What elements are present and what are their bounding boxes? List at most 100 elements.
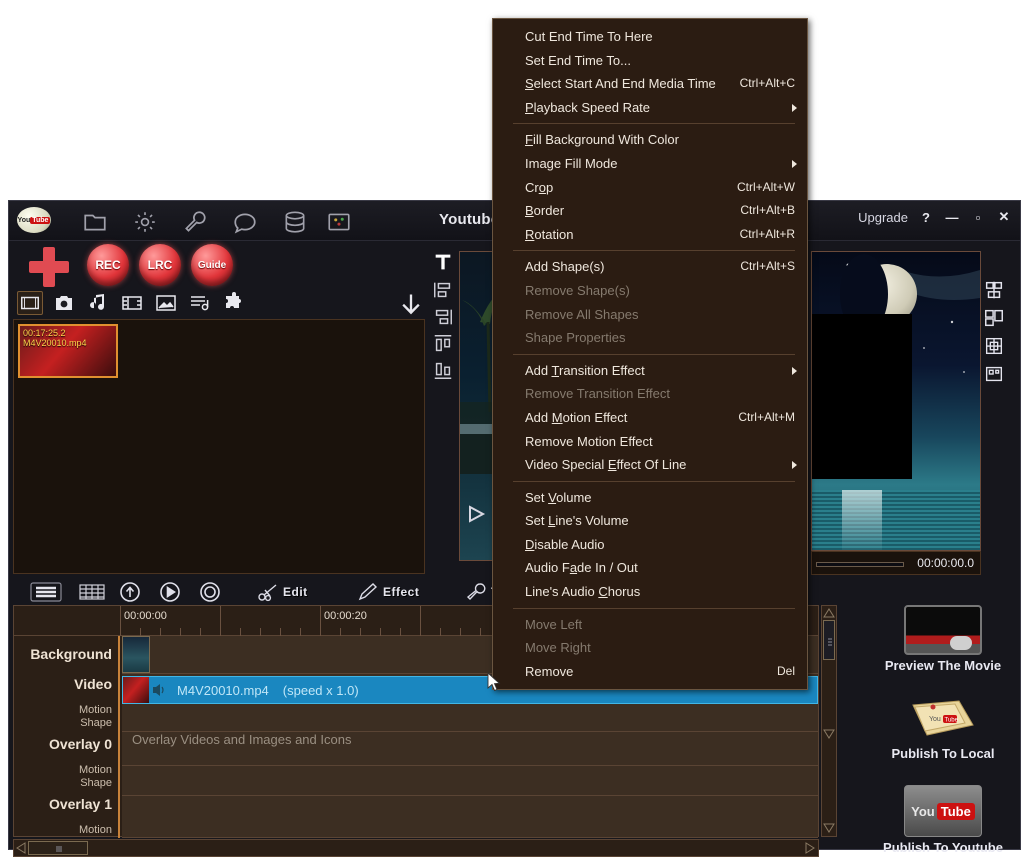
effect-button[interactable]: Effect [357, 582, 419, 602]
mouse-cursor [487, 672, 501, 692]
image-tab[interactable] [153, 291, 179, 315]
menu-item-add-transition-effect[interactable]: Add Transition Effect [493, 359, 807, 383]
overlap-grid-icon[interactable] [983, 335, 1005, 357]
close-button[interactable]: ✕ [996, 209, 1012, 225]
play-icon[interactable] [463, 503, 489, 525]
background-clip[interactable] [122, 636, 150, 673]
menu-item-set-end-time-to[interactable]: Set End Time To... [493, 49, 807, 73]
menu-item-cut-end-time-to-here[interactable]: Cut End Time To Here [493, 25, 807, 49]
publish-to-youtube-button[interactable]: You Tube Publish To Youtube [867, 785, 1019, 855]
guide-button[interactable]: Guide [191, 244, 233, 286]
text-tool-icon[interactable] [431, 251, 455, 273]
menu-item-crop[interactable]: Crop Ctrl+Alt+W [493, 176, 807, 200]
record-button[interactable]: REC [87, 244, 129, 286]
preview-progress-slider[interactable] [816, 562, 904, 567]
open-folder-icon[interactable] [81, 209, 109, 235]
scroll-up-arrow-icon[interactable] [823, 607, 835, 619]
overlay-black-box[interactable] [812, 314, 912, 479]
menu-item-disable-audio[interactable]: Disable Audio [493, 533, 807, 557]
menu-item-label: Move Left [525, 616, 583, 632]
menu-item-video-special-effect-of-line[interactable]: Video Special Effect Of Line [493, 453, 807, 477]
menu-item-image-fill-mode[interactable]: Image Fill Mode [493, 152, 807, 176]
menu-item-fill-background-with-color[interactable]: Fill Background With Color [493, 128, 807, 152]
minimize-button[interactable]: — [944, 210, 960, 225]
preview-panel-right[interactable] [811, 251, 981, 551]
submenu-arrow-icon [792, 461, 797, 470]
page-title: Youtube [439, 211, 500, 228]
svg-text:Tube: Tube [945, 718, 959, 724]
scroll-down-arrow-icon[interactable] [397, 291, 425, 319]
context-menu[interactable]: Cut End Time To Here Set End Time To... Se… [492, 18, 808, 691]
puzzle-tab[interactable] [221, 291, 247, 315]
publish-actions-panel: Preview The Movie You Tube Publish To Lo… [867, 605, 1019, 855]
help-button[interactable]: ? [918, 210, 934, 225]
menu-item-set-volume[interactable]: Set Volume [493, 486, 807, 510]
media-library-panel[interactable]: 00:17:25.2 M4V20010.mp4 [13, 319, 425, 574]
menu-item-playback-speed-rate[interactable]: Playback Speed Rate [493, 96, 807, 120]
two-pane-icon[interactable] [983, 307, 1005, 329]
add-media-button[interactable] [29, 247, 69, 287]
scroll-down-arrow-icon[interactable] [823, 822, 835, 834]
publish-to-local-button[interactable]: You Tube Publish To Local [867, 695, 1019, 761]
list-view-button[interactable] [29, 580, 63, 604]
align-right-icon[interactable] [431, 306, 455, 328]
track-label-video: Video [74, 676, 112, 692]
playlist-tab[interactable] [187, 291, 213, 315]
timeline-horizontal-scrollbar[interactable] [13, 839, 819, 857]
menu-item-audio-fade-in-out[interactable]: Audio Fade In / Out [493, 556, 807, 580]
move-up-button[interactable] [117, 580, 143, 604]
music-tab[interactable] [85, 291, 111, 315]
preview-transport-bar: 00:00:00.0 [811, 551, 981, 575]
upgrade-link[interactable]: Upgrade [858, 210, 908, 225]
menu-item-add-motion-effect[interactable]: Add Motion Effect Ctrl+Alt+M [493, 406, 807, 430]
horizontal-scroll-thumb[interactable] [28, 841, 88, 855]
track-row-video-motion[interactable] [122, 704, 818, 732]
menu-item-select-start-and-end-media-time[interactable]: Select Start And End Media Time Ctrl+Alt+… [493, 72, 807, 96]
comment-bubble-icon[interactable] [231, 209, 259, 235]
menu-item-remove-motion-effect[interactable]: Remove Motion Effect [493, 430, 807, 454]
lrc-button[interactable]: LRC [139, 244, 181, 286]
track-row-overlay1[interactable] [122, 796, 818, 838]
publish-to-local-label: Publish To Local [891, 746, 995, 761]
menu-item-label: Disable Audio [525, 536, 605, 552]
audio-speaker-icon [153, 684, 164, 696]
align-left-icon[interactable] [431, 279, 455, 301]
track-row-overlay0-motion[interactable] [122, 766, 818, 796]
menu-item-move-right: Move Right [493, 636, 807, 660]
video-tab[interactable] [17, 291, 43, 315]
menu-item-rotation[interactable]: Rotation Ctrl+Alt+R [493, 223, 807, 247]
scissors-icon [258, 584, 277, 602]
menu-item-label: Add Transition Effect [525, 362, 645, 378]
scroll-right-arrow-icon[interactable] [804, 842, 816, 854]
menu-separator [513, 353, 795, 355]
timeline-play-button[interactable] [157, 580, 183, 604]
preview-the-movie-button[interactable]: Preview The Movie [867, 605, 1019, 673]
menu-item-set-line-s-volume[interactable]: Set Line's Volume [493, 509, 807, 533]
menu-item-label: Remove Transition Effect [525, 386, 670, 402]
menu-item-line-s-audio-chorus[interactable]: Line's Audio Chorus [493, 580, 807, 604]
settings-gear-icon[interactable] [131, 209, 159, 235]
camera-tab[interactable] [51, 291, 77, 315]
database-icon[interactable] [281, 209, 309, 235]
menu-item-border[interactable]: Border Ctrl+Alt+B [493, 199, 807, 223]
palette-icon[interactable] [325, 209, 353, 235]
menu-item-add-shape-s[interactable]: Add Shape(s) Ctrl+Alt+S [493, 255, 807, 279]
maximize-button[interactable]: ▫ [970, 210, 986, 225]
media-thumbnail[interactable]: 00:17:25.2 M4V20010.mp4 [18, 324, 118, 378]
timeline-vertical-scrollbar[interactable] [821, 605, 837, 837]
align-bottom-icon[interactable] [431, 359, 455, 381]
effect-button-label: Effect [383, 585, 420, 599]
edit-button[interactable]: Edit [257, 582, 308, 602]
thumbnail-layout-icon[interactable] [983, 363, 1005, 385]
menu-item-label: Select Start And End Media Time [525, 76, 716, 92]
align-top-icon[interactable] [431, 333, 455, 355]
filmstrip-tab[interactable] [119, 291, 145, 315]
grid-view-button[interactable] [77, 580, 107, 604]
split-grid-icon[interactable] [983, 279, 1005, 301]
timeline-record-button[interactable] [197, 580, 223, 604]
vertical-scroll-thumb[interactable] [823, 620, 835, 660]
wrench-icon[interactable] [181, 209, 209, 235]
menu-item-remove[interactable]: Remove Del [493, 660, 807, 684]
scroll-left-arrow-icon[interactable] [15, 842, 27, 854]
scroll-middle-arrow-icon[interactable] [823, 728, 835, 740]
